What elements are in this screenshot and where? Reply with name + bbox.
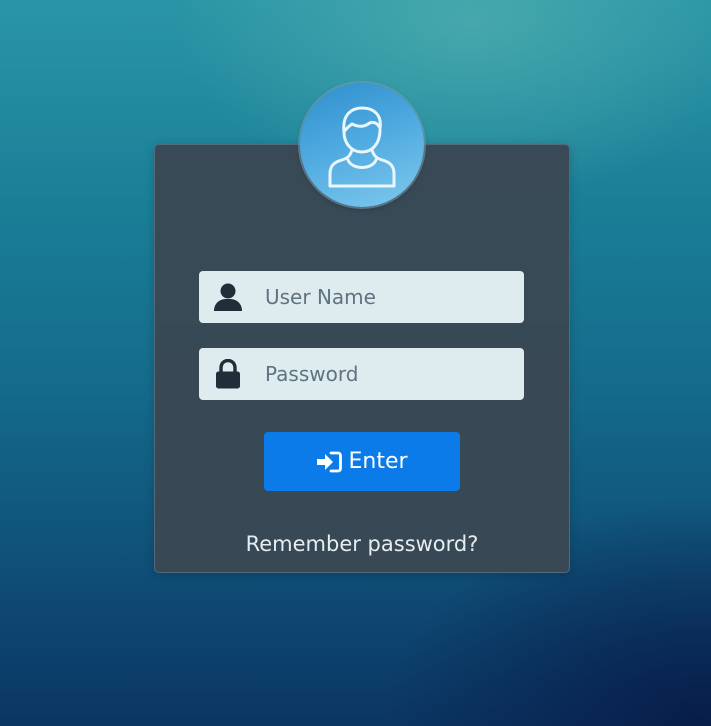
sign-in-icon <box>316 451 343 473</box>
password-field <box>199 348 524 400</box>
lock-icon <box>213 359 243 389</box>
avatar <box>300 83 424 207</box>
remember-password-link[interactable]: Remember password? <box>154 532 570 556</box>
enter-button[interactable]: Enter <box>264 432 460 491</box>
username-input[interactable] <box>265 271 524 323</box>
password-input[interactable] <box>265 348 524 400</box>
user-avatar-icon <box>322 100 402 190</box>
enter-button-label: Enter <box>348 449 408 474</box>
username-field <box>199 271 524 323</box>
user-icon <box>213 282 243 312</box>
